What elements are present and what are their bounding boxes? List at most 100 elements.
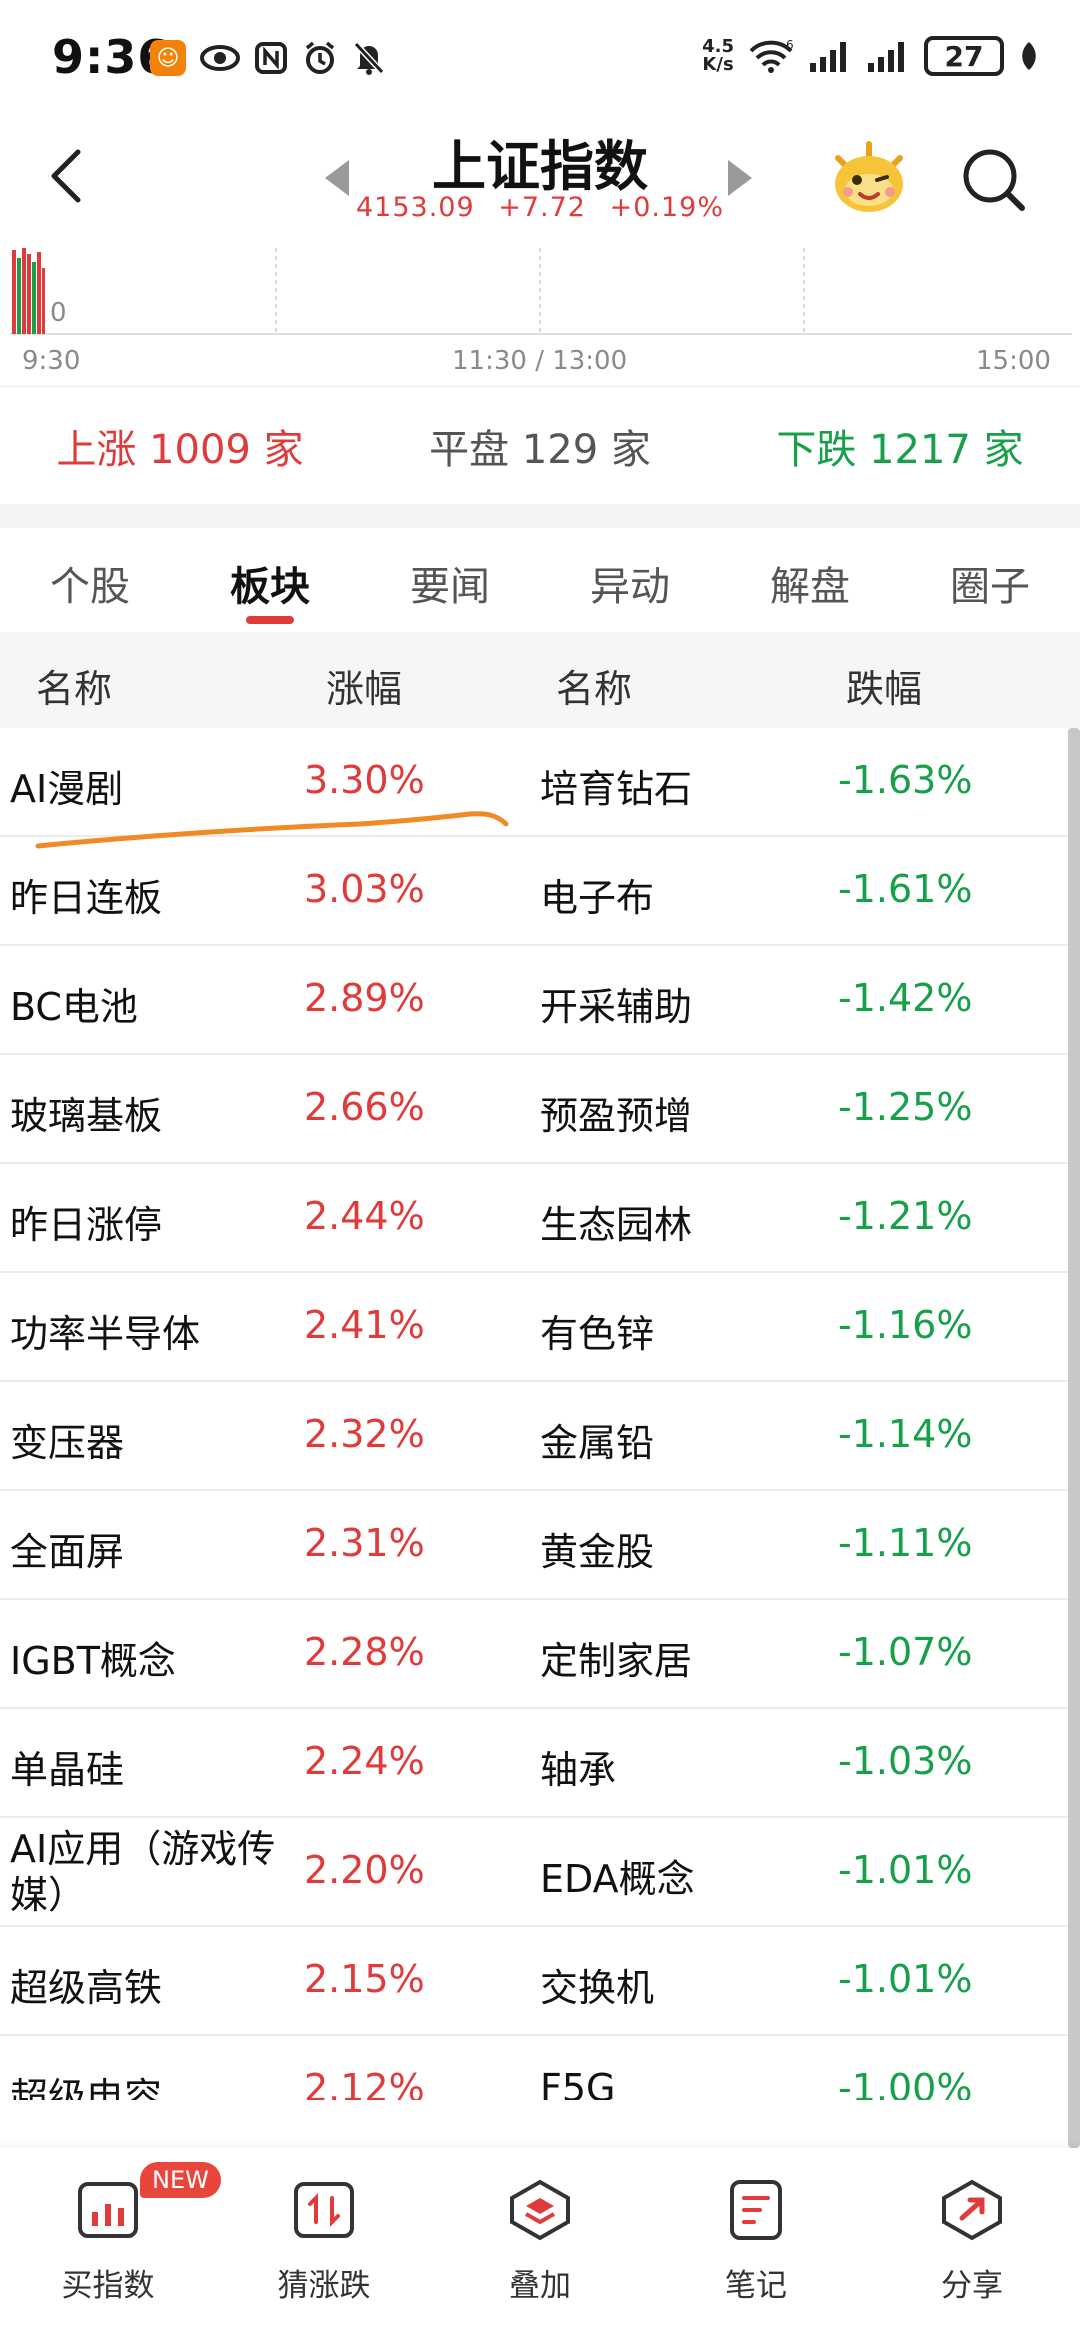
fall-sector-pct: -1.25% <box>838 1085 973 1129</box>
bar-chart-icon <box>78 2182 138 2238</box>
rise-sector-pct: 2.89% <box>304 976 425 1020</box>
table-row[interactable]: AI漫剧 3.30% 培育钻石 -1.63% <box>0 728 1080 837</box>
bottom-guess-updown[interactable]: 猜涨跌 <box>216 2148 432 2332</box>
table-row[interactable]: IGBT概念 2.28% 定制家居 -1.07% <box>0 1600 1080 1709</box>
header-rise-pct[interactable]: 涨幅 <box>326 658 402 713</box>
fall-sector-pct: -1.63% <box>838 758 973 802</box>
table-scrollbar[interactable] <box>1068 728 1080 2148</box>
bottom-label: 分享 <box>941 2268 1003 2304</box>
mascot-icon[interactable] <box>828 138 910 216</box>
rise-sector-name[interactable]: 单晶硅 <box>10 1739 295 1794</box>
layers-icon <box>510 2179 570 2241</box>
app-notification-icon: ☺ <box>150 40 186 76</box>
volume-bar <box>27 254 31 334</box>
search-icon[interactable] <box>958 144 1028 214</box>
bottom-label: 买指数 <box>61 2268 155 2304</box>
rise-sector-name[interactable]: BC电池 <box>10 976 295 1031</box>
rise-sector-name[interactable]: IGBT概念 <box>10 1630 295 1685</box>
fall-sector-name[interactable]: 生态园林 <box>540 1194 692 1249</box>
tab-circle[interactable]: 圈子 <box>900 528 1080 632</box>
next-index-icon[interactable] <box>728 160 752 196</box>
fall-sector-name[interactable]: F5G <box>540 2066 615 2100</box>
chart-time-mid: 11:30 / 13:00 <box>452 346 628 376</box>
rise-sector-pct: 2.20% <box>304 1848 425 1892</box>
intraday-chart[interactable]: 0 9:30 11:30 / 13:00 15:00 <box>0 238 1080 386</box>
breadth-down: 下跌 1217 家 <box>776 426 1024 473</box>
rise-sector-name[interactable]: 超级高铁 <box>10 1957 295 2012</box>
tab-news[interactable]: 要闻 <box>360 528 540 632</box>
bottom-buy-index[interactable]: NEW 买指数 <box>0 2148 221 2332</box>
status-bar: 9:36 ☺ 4.5 K/s 6 27 <box>0 0 1080 118</box>
wifi-icon: 6 <box>749 39 794 73</box>
fall-sector-name[interactable]: EDA概念 <box>540 1848 695 1903</box>
fall-sector-name[interactable]: 定制家居 <box>540 1630 692 1685</box>
rise-sector-name[interactable]: 玻璃基板 <box>10 1085 295 1140</box>
bottom-label: 笔记 <box>725 2268 787 2304</box>
fall-sector-name[interactable]: 有色锌 <box>540 1303 654 1358</box>
header-fall-pct[interactable]: 跌幅 <box>846 658 922 713</box>
rise-sector-name[interactable]: 变压器 <box>10 1412 295 1467</box>
rise-sector-pct: 2.28% <box>304 1630 425 1674</box>
table-row[interactable]: 变压器 2.32% 金属铅 -1.14% <box>0 1382 1080 1491</box>
rise-sector-name[interactable]: 全面屏 <box>10 1521 295 1576</box>
volume-bar <box>37 252 41 334</box>
fall-sector-name[interactable]: 金属铅 <box>540 1412 654 1467</box>
chart-time-start: 9:30 <box>22 346 81 376</box>
fall-sector-name[interactable]: 轴承 <box>540 1739 616 1794</box>
tab-sectors[interactable]: 板块 <box>180 528 360 632</box>
table-row[interactable]: 超级电容 2.12% F5G -1.00% <box>0 2036 1080 2100</box>
tab-movers[interactable]: 异动 <box>540 528 720 632</box>
table-row[interactable]: 昨日涨停 2.44% 生态园林 -1.21% <box>0 1164 1080 1273</box>
fall-sector-name[interactable]: 电子布 <box>540 867 654 922</box>
fall-sector-pct: -1.01% <box>838 1957 973 2001</box>
rise-sector-name[interactable]: 功率半导体 <box>10 1303 295 1358</box>
fall-sector-name[interactable]: 黄金股 <box>540 1521 654 1576</box>
rise-sector-pct: 2.31% <box>304 1521 425 1565</box>
fall-sector-name[interactable]: 开采辅助 <box>540 976 692 1031</box>
status-left-icons: ☺ <box>150 40 386 76</box>
mute-icon <box>353 41 385 75</box>
rise-sector-name[interactable]: 昨日涨停 <box>10 1194 295 1249</box>
guess-updown-icon <box>294 2182 354 2238</box>
table-row[interactable]: 单晶硅 2.24% 轴承 -1.03% <box>0 1709 1080 1818</box>
table-row[interactable]: 昨日连板 3.03% 电子布 -1.61% <box>0 837 1080 946</box>
table-row[interactable]: AI应用（游戏传媒） 2.20% EDA概念 -1.01% <box>0 1818 1080 1927</box>
signal-label: 6 <box>786 39 794 52</box>
net-speed: 4.5 K/s <box>702 36 734 75</box>
bottom-toolbar: NEW 买指数 猜涨跌 叠加 笔记 分享 <box>0 2148 1080 2332</box>
rise-sector-pct: 2.15% <box>304 1957 425 2001</box>
bottom-notes[interactable]: 笔记 <box>648 2148 864 2332</box>
table-row[interactable]: BC电池 2.89% 开采辅助 -1.42% <box>0 946 1080 1055</box>
tab-stocks[interactable]: 个股 <box>0 528 180 632</box>
rise-sector-name[interactable]: AI应用（游戏传媒） <box>10 1826 295 1918</box>
bottom-overlay[interactable]: 叠加 <box>432 2148 648 2332</box>
rise-sector-pct: 2.44% <box>304 1194 425 1238</box>
table-row[interactable]: 全面屏 2.31% 黄金股 -1.11% <box>0 1491 1080 1600</box>
leaf-icon <box>1022 42 1036 70</box>
bottom-share[interactable]: 分享 <box>864 2148 1080 2332</box>
rise-sector-pct: 2.12% <box>304 2066 425 2100</box>
fall-sector-pct: -1.03% <box>838 1739 973 1783</box>
table-row[interactable]: 超级高铁 2.15% 交换机 -1.01% <box>0 1927 1080 2036</box>
table-row[interactable]: 功率半导体 2.41% 有色锌 -1.16% <box>0 1273 1080 1382</box>
fall-sector-pct: -1.01% <box>838 1848 973 1892</box>
chart-time-end: 15:00 <box>976 346 1051 376</box>
tab-bar: 个股 板块 要闻 异动 解盘 圈子 <box>0 528 1080 632</box>
page-title: 上证指数 <box>432 135 648 198</box>
fall-sector-name[interactable]: 预盈预增 <box>540 1085 692 1140</box>
table-row[interactable]: 玻璃基板 2.66% 预盈预增 -1.25% <box>0 1055 1080 1164</box>
rise-sector-pct: 3.30% <box>304 758 425 802</box>
rise-sector-name[interactable]: 昨日连板 <box>10 867 295 922</box>
fall-sector-name[interactable]: 培育钻石 <box>540 758 692 813</box>
volume-bar <box>17 258 21 334</box>
rise-sector-name[interactable]: 超级电容 <box>10 2066 295 2100</box>
fall-sector-pct: -1.07% <box>838 1630 973 1674</box>
rise-sector-name[interactable]: AI漫剧 <box>10 758 295 813</box>
fall-sector-pct: -1.11% <box>838 1521 973 1565</box>
volume-bar <box>22 248 26 334</box>
alarm-icon <box>305 41 335 74</box>
fall-sector-name[interactable]: 交换机 <box>540 1957 654 2012</box>
rise-sector-pct: 2.66% <box>304 1085 425 1129</box>
rise-sector-pct: 2.32% <box>304 1412 425 1456</box>
tab-analysis[interactable]: 解盘 <box>720 528 900 632</box>
